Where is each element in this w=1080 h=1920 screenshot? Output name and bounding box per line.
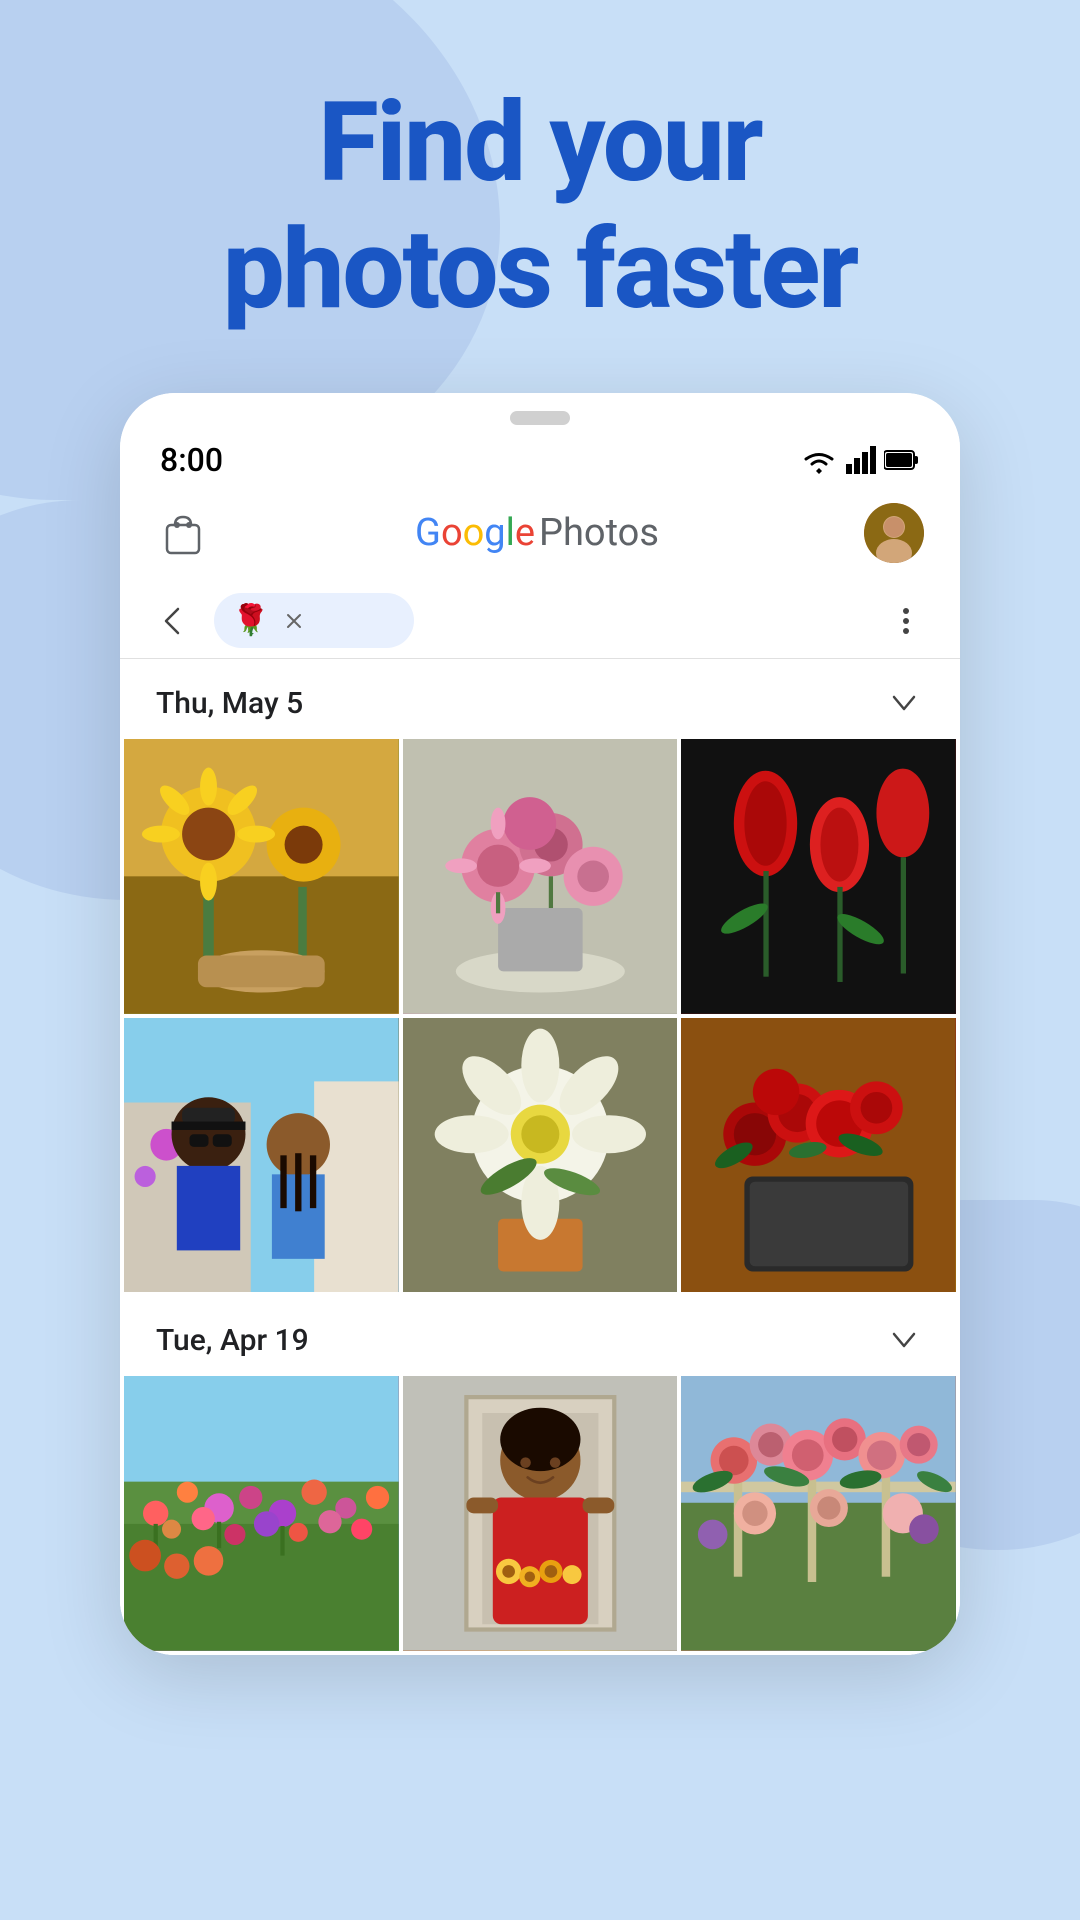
photo-cell[interactable] (124, 739, 399, 1014)
status-time: 8:00 (160, 441, 223, 479)
chip-emoji: 🌹 (232, 603, 269, 638)
google-logo-text: Google (415, 511, 535, 555)
battery-icon (884, 449, 920, 471)
phone-notch (510, 411, 570, 425)
phone-notch-area (120, 393, 960, 433)
collapse-section-1-button[interactable] (884, 683, 924, 723)
search-bar: 🌹 (120, 583, 960, 659)
headline-text: Find your photos faster (223, 80, 858, 333)
photo-cell[interactable] (681, 1018, 956, 1293)
search-chip[interactable]: 🌹 (214, 593, 414, 648)
headline: Find your photos faster (163, 80, 918, 333)
photo-cell[interactable] (403, 739, 678, 1014)
date-header-1: Thu, May 5 (120, 659, 960, 739)
collapse-section-2-button[interactable] (884, 1320, 924, 1360)
photo-grid-1 (120, 739, 960, 1296)
date-section-2: Tue, Apr 19 (120, 1296, 960, 1655)
user-avatar[interactable] (864, 503, 924, 563)
back-button[interactable] (150, 597, 198, 645)
photos-logo-text: Photos (539, 511, 659, 555)
photo-cell[interactable] (124, 1376, 399, 1651)
more-options-button[interactable] (882, 597, 930, 645)
chip-close-button[interactable] (279, 606, 309, 636)
date-label-1: Thu, May 5 (156, 686, 303, 721)
photo-grid-2 (120, 1376, 960, 1655)
photo-cell[interactable] (403, 1018, 678, 1293)
signal-icon (846, 446, 876, 474)
app-bar-logo: Google Photos (415, 511, 659, 555)
status-icons (800, 446, 920, 474)
photo-cell[interactable] (681, 1376, 956, 1651)
date-header-2: Tue, Apr 19 (120, 1296, 960, 1376)
app-bar: Google Photos (120, 487, 960, 583)
date-section-1: Thu, May 5 (120, 659, 960, 1296)
date-label-2: Tue, Apr 19 (156, 1323, 309, 1358)
photo-cell[interactable] (681, 739, 956, 1014)
phone-frame: 8:00 (120, 393, 960, 1655)
wifi-icon (800, 446, 838, 474)
photo-cell[interactable] (403, 1376, 678, 1651)
photo-cell[interactable] (124, 1018, 399, 1293)
status-bar: 8:00 (120, 433, 960, 487)
bag-icon[interactable] (156, 506, 210, 560)
